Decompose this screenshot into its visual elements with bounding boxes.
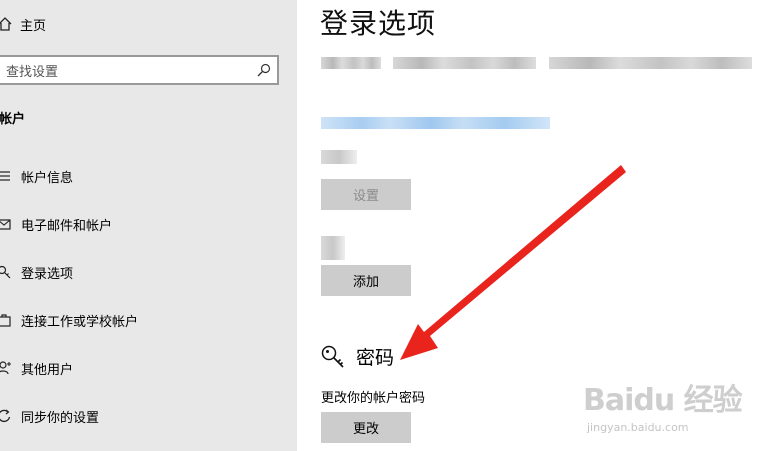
account-info-icon <box>0 171 10 181</box>
blurred-text <box>321 150 357 164</box>
watermark-url: jingyan.baidu.com <box>587 421 689 434</box>
change-password-button[interactable]: 更改 <box>321 412 411 443</box>
sidebar-item-other-users[interactable]: 其他用户 <box>0 352 297 384</box>
section-title: 帐户 <box>0 112 26 127</box>
arrow-shape <box>400 165 626 360</box>
sidebar-item-label: 连接工作或学校帐户 <box>21 314 139 330</box>
sidebar-item-work-school[interactable]: 连接工作或学校帐户 <box>0 304 297 336</box>
blurred-link[interactable] <box>321 117 550 129</box>
home-label: 主页 <box>20 18 47 34</box>
search-icon <box>257 63 271 77</box>
watermark-logo: Baidu 经验 <box>583 383 743 418</box>
briefcase-icon <box>0 314 11 327</box>
home-icon <box>0 17 12 31</box>
key-icon <box>321 345 344 368</box>
blurred-text <box>321 57 381 69</box>
sidebar-item-label: 电子邮件和帐户 <box>21 218 113 234</box>
sidebar-item-label: 帐户信息 <box>21 170 74 186</box>
blurred-text <box>549 57 752 69</box>
sidebar-item-label: 登录选项 <box>21 266 74 282</box>
blurred-text <box>321 236 345 260</box>
sidebar-item-sign-in-options[interactable]: 登录选项 <box>0 256 297 288</box>
sidebar-item-email[interactable]: 电子邮件和帐户 <box>0 208 297 240</box>
search-input[interactable]: 查找设置 <box>0 55 279 85</box>
password-section-heading: 密码 <box>320 343 394 370</box>
email-icon <box>0 219 11 230</box>
search-placeholder: 查找设置 <box>6 64 59 80</box>
password-description: 更改你的帐户密码 <box>321 391 426 406</box>
page-title: 登录选项 <box>320 7 437 40</box>
sync-icon <box>0 409 11 423</box>
add-button[interactable]: 添加 <box>321 265 411 296</box>
sidebar-item-sync[interactable]: 同步你的设置 <box>0 400 297 432</box>
sidebar-item-label: 同步你的设置 <box>21 410 100 426</box>
blurred-text <box>393 57 536 69</box>
setup-button[interactable]: 设置 <box>321 179 411 210</box>
key-icon <box>0 265 11 279</box>
home-link[interactable]: 主页 <box>0 13 46 35</box>
person-add-icon <box>0 361 11 375</box>
baidu-watermark: Baidu 经验 jingyan.baidu.com <box>583 375 753 443</box>
password-heading: 密码 <box>356 347 395 369</box>
sidebar-item-label: 其他用户 <box>21 362 74 378</box>
sidebar: 主页 查找设置 帐户 帐户信息 电子邮件和帐户 登录选项 连接工作或学校帐户 其… <box>0 0 297 451</box>
sidebar-item-account-info[interactable]: 帐户信息 <box>0 160 297 192</box>
